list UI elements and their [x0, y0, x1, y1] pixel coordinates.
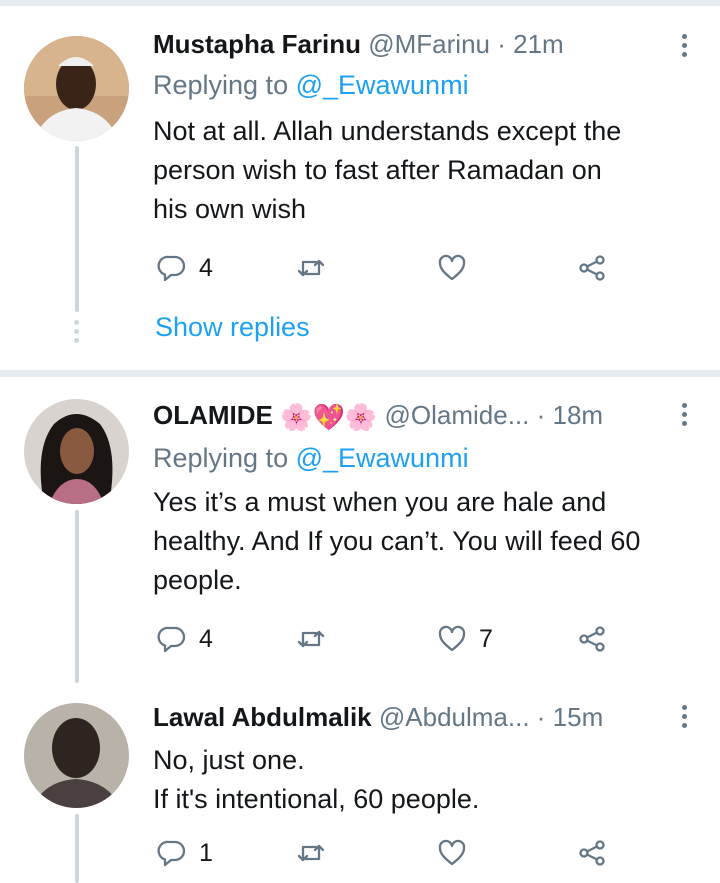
- more-vertical-icon[interactable]: [680, 403, 688, 430]
- share-icon: [579, 840, 605, 866]
- reply-count: 4: [199, 253, 213, 282]
- replying-to: Replying to @_Ewawunmi: [153, 441, 469, 475]
- show-replies-link[interactable]: Show replies: [155, 312, 310, 343]
- display-name[interactable]: Mustapha Farinu: [153, 29, 361, 59]
- replying-to: Replying to @_Ewawunmi: [153, 68, 469, 102]
- separator: ·: [490, 29, 514, 59]
- share-button[interactable]: [577, 833, 607, 873]
- retweet-icon: [297, 844, 325, 862]
- name-emoji: 🌸💖🌸: [280, 402, 378, 432]
- avatar[interactable]: [24, 703, 129, 808]
- share-button[interactable]: [577, 619, 607, 659]
- heart-icon: [438, 254, 466, 281]
- reply-button[interactable]: 4: [157, 619, 213, 659]
- retweet-button[interactable]: [296, 248, 326, 288]
- avatar[interactable]: [24, 399, 129, 504]
- thread-line: [75, 146, 79, 312]
- tweet-text: No, just one. If it's intentional, 60 pe…: [153, 745, 480, 814]
- display-name[interactable]: Lawal Abdulmalik: [153, 702, 372, 732]
- thread-gap-dots: [74, 320, 80, 347]
- more-vertical-icon[interactable]: [680, 34, 688, 61]
- reply-button[interactable]: 4: [157, 248, 213, 288]
- retweet-icon: [297, 259, 325, 277]
- reply-icon: [157, 255, 186, 282]
- replying-prefix: Replying to: [153, 70, 296, 100]
- avatar[interactable]: [24, 36, 129, 141]
- timestamp[interactable]: 15m: [553, 702, 604, 732]
- share-button[interactable]: [577, 248, 607, 288]
- heart-icon: [438, 839, 466, 866]
- retweet-icon: [297, 630, 325, 648]
- share-icon: [579, 255, 605, 281]
- more-vertical-icon[interactable]: [680, 705, 688, 732]
- reply-count: 4: [199, 624, 213, 653]
- replying-prefix: Replying to: [153, 443, 296, 473]
- reply-icon: [157, 626, 186, 653]
- user-handle[interactable]: @Olamide...: [384, 400, 529, 430]
- tweet-divider: [0, 370, 720, 377]
- timestamp[interactable]: 21m: [513, 29, 564, 59]
- display-name[interactable]: OLAMIDE: [153, 400, 273, 430]
- tweet-3[interactable]: Lawal Abdulmalik @Abdulma... · 15m No, j…: [0, 683, 720, 883]
- reply-icon: [157, 840, 186, 867]
- reply-count: 1: [199, 838, 213, 867]
- like-count: 7: [479, 624, 493, 653]
- tweet-text: Yes it’s a must when you are hale and he…: [153, 487, 641, 595]
- tweet-actions: 4: [153, 248, 613, 288]
- replying-to-link[interactable]: @_Ewawunmi: [296, 443, 469, 473]
- user-handle[interactable]: @MFarinu: [368, 29, 490, 59]
- separator: ·: [529, 400, 553, 430]
- thread-line: [75, 510, 79, 683]
- share-icon: [579, 626, 605, 652]
- like-button[interactable]: [437, 833, 467, 873]
- retweet-button[interactable]: [296, 833, 326, 873]
- retweet-button[interactable]: [296, 619, 326, 659]
- user-handle[interactable]: @Abdulma...: [379, 702, 530, 732]
- timestamp[interactable]: 18m: [552, 400, 603, 430]
- replying-to-link[interactable]: @_Ewawunmi: [296, 70, 469, 100]
- tweet-text: Not at all. Allah understands except the…: [153, 116, 622, 224]
- tweet-1[interactable]: Mustapha Farinu @MFarinu · 21m Replying …: [0, 6, 720, 370]
- tweet-2[interactable]: OLAMIDE 🌸💖🌸 @Olamide... · 18m Replying t…: [0, 377, 720, 683]
- reply-button[interactable]: 1: [157, 833, 213, 873]
- thread-line: [75, 814, 79, 883]
- tweet-actions: 4 7: [153, 619, 613, 659]
- separator: ·: [529, 702, 553, 732]
- heart-icon: [438, 625, 466, 652]
- tweet-header: Mustapha Farinu @MFarinu · 21m: [153, 28, 650, 60]
- tweet-header: OLAMIDE 🌸💖🌸 @Olamide... · 18m: [153, 399, 650, 433]
- like-button[interactable]: [437, 248, 467, 288]
- tweet-actions: 1: [153, 833, 613, 873]
- tweet-header: Lawal Abdulmalik @Abdulma... · 15m: [153, 701, 650, 733]
- like-button[interactable]: 7: [437, 619, 493, 659]
